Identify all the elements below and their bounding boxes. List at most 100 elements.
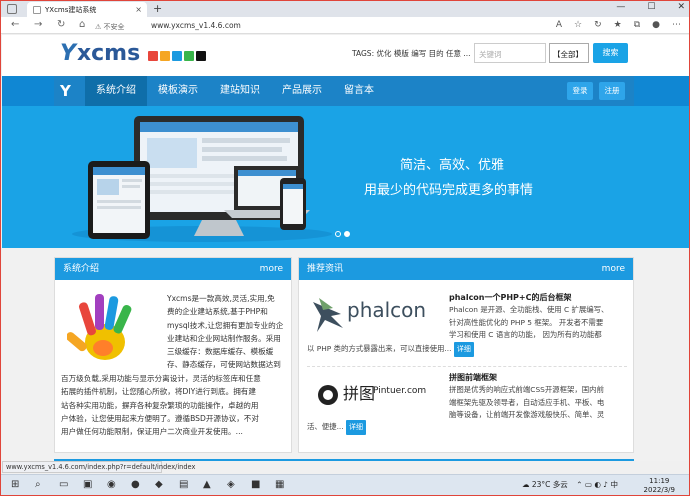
nav-item-templates[interactable]: 模板演示 xyxy=(147,76,209,106)
intro-line-1: Yxcms是一款高效,灵活,实用,免 xyxy=(167,294,275,303)
new-tab-button[interactable]: + xyxy=(153,2,162,15)
reload-button[interactable]: ↻ xyxy=(57,19,65,30)
intro-line-4: 业建站和企业网站制作服务。采用 xyxy=(167,333,281,343)
clock[interactable]: 11:19 2022/3/9 xyxy=(644,477,675,495)
back-button[interactable]: ← xyxy=(11,19,19,30)
nav-item-intro[interactable]: 系统介绍 xyxy=(85,76,147,106)
favorites-icon[interactable]: ★ xyxy=(614,20,622,30)
hand-logo-icon xyxy=(67,294,132,360)
banner-dot-2[interactable] xyxy=(344,231,350,237)
browser-tab[interactable]: YXcms建站系统 × xyxy=(27,2,147,17)
phalcon-bird-icon xyxy=(313,298,343,332)
tab-close-icon[interactable]: × xyxy=(135,5,142,14)
page-content: Y xcms TAGS: 优化 模版 编写 目的 任意 ... 关键词 【全部】… xyxy=(2,35,689,461)
profile-icon[interactable]: ● xyxy=(652,20,660,30)
nav-logo-icon[interactable]: Y xyxy=(60,82,71,100)
search-scope-select[interactable]: 【全部】 xyxy=(549,43,589,63)
intro-line-6: 存、静态缓存，可使网站数据达到 xyxy=(167,360,281,370)
app3-icon[interactable]: ◈ xyxy=(227,479,235,490)
insecure-indicator[interactable]: ⚠ 不安全 xyxy=(95,22,125,32)
app4-icon[interactable]: ■ xyxy=(251,479,260,490)
edge-icon[interactable]: ◉ xyxy=(107,479,116,490)
start-icon[interactable]: ⊞ xyxy=(11,479,19,490)
main-nav: Y 系统介绍 模板演示 建站知识 产品展示 留言本 登录 注册 xyxy=(2,76,689,106)
register-button[interactable]: 注册 xyxy=(599,82,625,100)
site-header: Y xcms TAGS: 优化 模版 编写 目的 任意 ... 关键词 【全部】… xyxy=(2,35,689,76)
intro-panel: 系统介绍 more Yxcms是一款高效,灵活,实用,免 费的企业建站系统,基于… xyxy=(54,257,292,453)
phalcon-logo-text: phalcon xyxy=(347,298,427,322)
color-dot-black[interactable] xyxy=(196,50,207,61)
search-input[interactable]: 关键词 xyxy=(474,43,546,63)
window-minimize-button[interactable]: — xyxy=(616,2,625,12)
app2-icon[interactable]: ▲ xyxy=(203,479,211,490)
news-detail-button[interactable]: 详细 xyxy=(345,420,366,435)
refresh-icon[interactable]: ↻ xyxy=(594,20,602,30)
nav-item-knowledge[interactable]: 建站知识 xyxy=(209,76,271,106)
tab-actions-icon[interactable] xyxy=(7,4,17,14)
news-panel: 推荐资讯 more phalcon phalcon一个PHP+C的后台框架 Ph… xyxy=(298,257,634,453)
intro-more-link[interactable]: more xyxy=(260,258,283,280)
nav-item-products[interactable]: 产品展示 xyxy=(271,76,333,106)
logo-text: xcms xyxy=(76,41,141,66)
news-1-line-4: 以 PHP 类的方式暴露出来，可以直接使用... xyxy=(307,344,452,353)
home-button[interactable]: ⌂ xyxy=(79,19,85,30)
color-dot-orange[interactable] xyxy=(160,50,171,61)
tray-icons[interactable]: ⌃ ▭ ◐ ♪ 中 xyxy=(576,480,618,489)
hero-banner[interactable]: 简洁、高效、优雅 用最少的代码完成更多的事情 xyxy=(2,106,689,248)
intro-line-5: 三级缓存：数据库缓存、模板缓 xyxy=(167,347,274,357)
news-item-phalcon[interactable]: phalcon phalcon一个PHP+C的后台框架 Phalcon 是开源、… xyxy=(307,288,627,364)
weather-text: 23°C 多云 xyxy=(531,480,568,489)
banner-pager xyxy=(335,231,350,237)
news-panel-header: 推荐资讯 more xyxy=(299,258,633,280)
favorite-star-icon[interactable]: ☆ xyxy=(574,20,582,30)
tab-bar: YXcms建站系统 × + — ☐ ✕ xyxy=(1,1,689,17)
banner-dot-1[interactable] xyxy=(335,231,341,237)
news-2-line-2: 端框架先驱及领导者，自动适应手机、平板、电 xyxy=(449,397,605,407)
read-aloud-icon[interactable]: A xyxy=(556,20,562,30)
clock-date: 2022/3/9 xyxy=(643,486,675,494)
tags-line[interactable]: TAGS: 优化 模版 编写 目的 任意 ... xyxy=(352,48,471,59)
app5-icon[interactable]: ▦ xyxy=(275,479,284,490)
file-explorer-icon[interactable]: ▣ xyxy=(83,479,92,490)
window-close-button[interactable]: ✕ xyxy=(677,2,685,12)
browser-window: YXcms建站系统 × + — ☐ ✕ ← → ↻ ⌂ ⚠ 不安全 www.yx… xyxy=(0,0,690,496)
news-item-title[interactable]: phalcon一个PHP+C的后台框架 xyxy=(449,292,572,303)
login-button[interactable]: 登录 xyxy=(567,82,593,100)
news-2-line-1: 拼图是优秀的响应式前端CSS开源框架，国内前 xyxy=(449,385,604,394)
banner-slogan-2: 用最少的代码完成更多的事情 xyxy=(364,183,534,198)
news-item-pintuer[interactable]: 拼图 Pintuer.com 拼图前端框架 拼图是优秀的响应式前端CSS开源框架… xyxy=(307,370,627,450)
system-tray[interactable]: ☁ 23°C 多云 ⌃ ▭ ◐ ♪ 中 xyxy=(522,479,618,490)
more-menu-icon[interactable]: ⋯ xyxy=(672,20,681,30)
search-button[interactable]: 搜索 xyxy=(593,43,628,63)
search-icon[interactable]: ⌕ xyxy=(35,479,41,490)
intro-title: 系统介绍 xyxy=(63,264,100,274)
warning-icon: ⚠ xyxy=(95,23,104,31)
color-dot-green[interactable] xyxy=(184,50,195,61)
news-item-title[interactable]: 拼图前端框架 xyxy=(449,372,497,383)
task-view-icon[interactable]: ▭ xyxy=(59,479,68,490)
favicon-icon xyxy=(33,5,41,14)
color-dot-blue[interactable] xyxy=(172,50,183,61)
site-logo[interactable]: Y xcms xyxy=(60,41,207,66)
url-field[interactable]: www.yxcms_v1.4.6.com xyxy=(151,21,241,30)
firefox-icon[interactable]: ● xyxy=(131,479,140,490)
folder-icon[interactable]: ▤ xyxy=(179,479,188,490)
window-maximize-button[interactable]: ☐ xyxy=(647,2,655,12)
forward-button[interactable]: → xyxy=(34,19,42,30)
intro-line-8: 拓展的插件机制，让您随心所欲，将DIY进行到底。拥有建 xyxy=(61,387,256,397)
intro-line-2: 费的企业建站系统,基于PHP和 xyxy=(167,307,268,317)
nav-item-guestbook[interactable]: 留言本 xyxy=(333,76,385,106)
news-more-link[interactable]: more xyxy=(602,258,625,280)
intro-line-3: mysql技术,让您拥有更加专业的企 xyxy=(167,320,284,330)
banner-slogan-1: 简洁、高效、优雅 xyxy=(400,158,505,173)
collections-icon[interactable]: ⧉ xyxy=(634,20,640,30)
pintuer-logo-cn: 拼图 xyxy=(343,384,376,403)
app-icon[interactable]: ◆ xyxy=(155,479,163,490)
news-1-line-2: 针对高性能优化的 PHP 5 框架。 开发者不需要 xyxy=(449,317,604,327)
intro-line-7: 百万级负载,采用功能与显示分离设计，灵活的标签库和任意 xyxy=(61,374,261,383)
color-dot-red[interactable] xyxy=(148,50,159,61)
news-detail-button[interactable]: 详细 xyxy=(453,342,474,357)
pintuer-logo-icon xyxy=(318,385,338,405)
weather-icon: ☁ xyxy=(522,480,532,489)
intro-line-9: 站各种实用功能，摒弃各种复杂繁琐的功能操作，卓越的用 xyxy=(61,400,259,410)
